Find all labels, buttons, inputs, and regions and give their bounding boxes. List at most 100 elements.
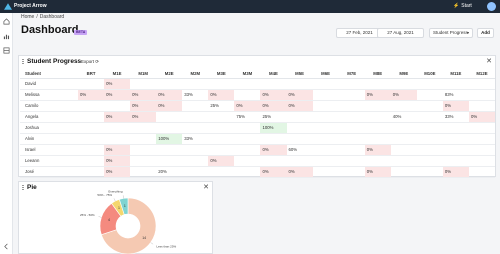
- column-header[interactable]: M4E: [260, 70, 287, 79]
- table-row[interactable]: Angela 0% 0% 75% 25% 40% 33% 0%: [20, 111, 495, 123]
- column-header-student[interactable]: Student: [20, 70, 78, 79]
- column-header[interactable]: M3E: [208, 70, 235, 79]
- table-row[interactable]: Leeann 0% 0%: [20, 155, 495, 167]
- column-header[interactable]: M1M: [130, 70, 157, 79]
- progress-cell: [130, 133, 157, 145]
- widget-select-value: Student Progress: [433, 30, 468, 35]
- start-label: Start: [461, 3, 472, 9]
- table-row[interactable]: Joshua 100%: [20, 122, 495, 134]
- progress-cell: [416, 133, 443, 145]
- end-date-field[interactable]: 27 Aug, 2021: [377, 28, 424, 38]
- column-header[interactable]: BRT: [78, 70, 105, 79]
- progress-cell: [312, 89, 339, 101]
- column-header[interactable]: M3M: [234, 70, 261, 79]
- column-header[interactable]: M2M: [182, 70, 209, 79]
- progress-cell: [234, 166, 261, 178]
- progress-cell: [234, 133, 261, 145]
- column-header[interactable]: M1E: [104, 70, 131, 79]
- progress-cell: [234, 155, 261, 167]
- progress-cell: [416, 155, 443, 167]
- progress-cell: [156, 144, 183, 156]
- breadcrumb-home[interactable]: Home: [21, 14, 34, 20]
- avatar[interactable]: [487, 2, 496, 11]
- progress-cell: 75%: [234, 111, 261, 123]
- pie-value-label: 14: [142, 236, 146, 240]
- column-header[interactable]: M6E: [312, 70, 339, 79]
- student-name: Camilo: [20, 100, 78, 112]
- pie-slice-label: Everything: [108, 190, 123, 193]
- progress-cell: [338, 122, 365, 134]
- progress-cell: [416, 78, 443, 90]
- collapse-icon[interactable]: [3, 243, 10, 250]
- progress-cell: 0%: [286, 100, 313, 112]
- table-row[interactable]: Alvin 100% 33%: [20, 133, 495, 145]
- column-header[interactable]: M5E: [286, 70, 313, 79]
- progress-cell: [364, 133, 391, 145]
- column-header[interactable]: M2E: [156, 70, 183, 79]
- progress-cell: [312, 144, 339, 156]
- progress-cell: [468, 144, 495, 156]
- progress-cell: [130, 78, 157, 90]
- column-header[interactable]: M7E: [338, 70, 365, 79]
- progress-cell: [416, 122, 443, 134]
- table-row[interactable]: José 0% 20% 0% 0% 0% 0%: [20, 166, 495, 178]
- close-icon[interactable]: ✕: [486, 57, 492, 65]
- progress-cell: [78, 133, 105, 145]
- progress-cell: [286, 122, 313, 134]
- export-icon: ⟳: [95, 59, 100, 64]
- table-row[interactable]: Israel 0% 0% 60% 0%: [20, 144, 495, 156]
- start-button[interactable]: ⚡ Start: [453, 3, 472, 9]
- table-header-row: Student BRT M1E M1M M2E M2M M3E M3M M4E M5E M6E M7E…: [20, 70, 495, 79]
- drag-handle-icon[interactable]: [22, 59, 24, 64]
- progress-cell: [442, 133, 469, 145]
- progress-cell: 0%: [260, 89, 287, 101]
- progress-cell: 0%: [468, 111, 495, 123]
- progress-cell: 0%: [286, 166, 313, 178]
- progress-cell: [312, 100, 339, 112]
- progress-cell: [182, 78, 209, 90]
- export-button[interactable]: Export ⟳: [81, 59, 99, 65]
- chart-icon[interactable]: [3, 33, 10, 40]
- progress-cell: [468, 155, 495, 167]
- progress-cell: [338, 78, 365, 90]
- progress-cell: [104, 100, 131, 112]
- progress-cell: [312, 122, 339, 134]
- grid-icon[interactable]: [3, 47, 10, 54]
- progress-cell: [312, 133, 339, 145]
- table-row[interactable]: Melissa 0% 0% 0% 0% 33% 0% 0% 0% 0% 0% 83%: [20, 89, 495, 101]
- table-row[interactable]: Camilo 0% 0% 25% 0% 0% 0% 0%: [20, 100, 495, 112]
- progress-cell: [182, 122, 209, 134]
- table-row[interactable]: David 0%: [20, 78, 495, 90]
- progress-cell: [286, 155, 313, 167]
- progress-cell: [416, 166, 443, 178]
- progress-cell: 0%: [156, 100, 183, 112]
- progress-cell: [234, 122, 261, 134]
- home-icon[interactable]: [3, 18, 10, 25]
- progress-cell: [156, 155, 183, 167]
- bolt-icon: ⚡: [453, 3, 460, 9]
- column-header[interactable]: M11E: [442, 70, 469, 79]
- column-header[interactable]: M12E: [468, 70, 495, 79]
- beta-badge: BETA: [74, 30, 88, 35]
- column-header[interactable]: M10E: [416, 70, 443, 79]
- pie-panel: Pie ✕ 14 Less than 25% 4 25% - 50% 1 50% - 75…: [18, 181, 213, 254]
- progress-cell: 0%: [364, 166, 391, 178]
- progress-cell: [104, 133, 131, 145]
- progress-cell: [390, 100, 417, 112]
- breadcrumb-separator: /: [36, 14, 38, 20]
- progress-cell: [338, 89, 365, 101]
- progress-cell: [338, 155, 365, 167]
- progress-cell: [130, 155, 157, 167]
- progress-cell: [416, 89, 443, 101]
- progress-cell: [338, 111, 365, 123]
- column-header[interactable]: M8E: [364, 70, 391, 79]
- start-date-field[interactable]: 27 Feb, 2021: [336, 28, 383, 38]
- student-name: Melissa: [20, 89, 78, 101]
- add-button[interactable]: Add: [477, 28, 494, 38]
- progress-cell: [286, 111, 313, 123]
- column-header[interactable]: M9E: [390, 70, 417, 79]
- widget-select[interactable]: Student Progress ▾: [429, 28, 473, 38]
- progress-cell: [364, 122, 391, 134]
- progress-cell: [364, 111, 391, 123]
- progress-cell: [78, 166, 105, 178]
